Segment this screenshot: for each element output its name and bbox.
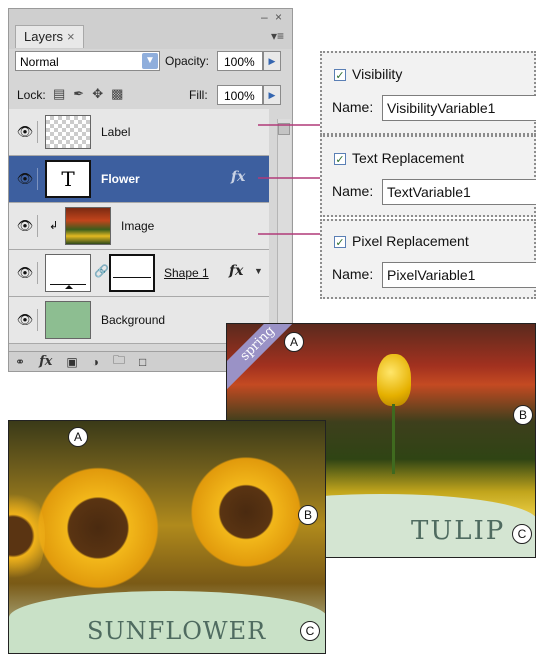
checkbox-label: Visibility [352,66,403,82]
marker-c-tulip: C [512,524,532,544]
sunflower-right [185,451,307,573]
text-variable-box: ✓ Text Replacement Name: TextVariable1 [320,135,536,217]
sunflower-caption: SUNFLOWER [87,617,267,645]
variable-name-input[interactable]: PixelVariable1 [382,262,536,288]
name-label: Name: [332,99,374,115]
visibility-variable-box: ✓ Visibility Name: VisibilityVariable1 [320,51,536,135]
text-replacement-checkbox[interactable]: ✓ [334,153,346,166]
marker-c-sunflower: C [300,621,320,641]
visibility-checkbox[interactable]: ✓ [334,69,346,82]
checkbox-label: Pixel Replacement [352,233,469,249]
checkbox-label: Text Replacement [352,150,465,166]
marker-a-tulip: A [284,332,304,352]
marker-b-tulip: B [513,405,533,425]
variable-name-input[interactable]: TextVariable1 [382,179,536,205]
sunflower-large [33,463,163,593]
marker-b-sunflower: B [298,505,318,525]
marker-a-sunflower: A [68,427,88,447]
tulip-bloom [377,354,411,406]
sunflower-card: SUNFLOWER [8,420,326,654]
pixel-variable-box: ✓ Pixel Replacement Name: PixelVariable1 [320,219,536,299]
tulip-stem [392,404,395,474]
name-label: Name: [332,266,374,282]
name-label: Name: [332,183,374,199]
tulip-caption: TULIP [411,516,506,546]
variable-name-input[interactable]: VisibilityVariable1 [382,95,536,121]
pixel-replacement-checkbox[interactable]: ✓ [334,236,346,249]
